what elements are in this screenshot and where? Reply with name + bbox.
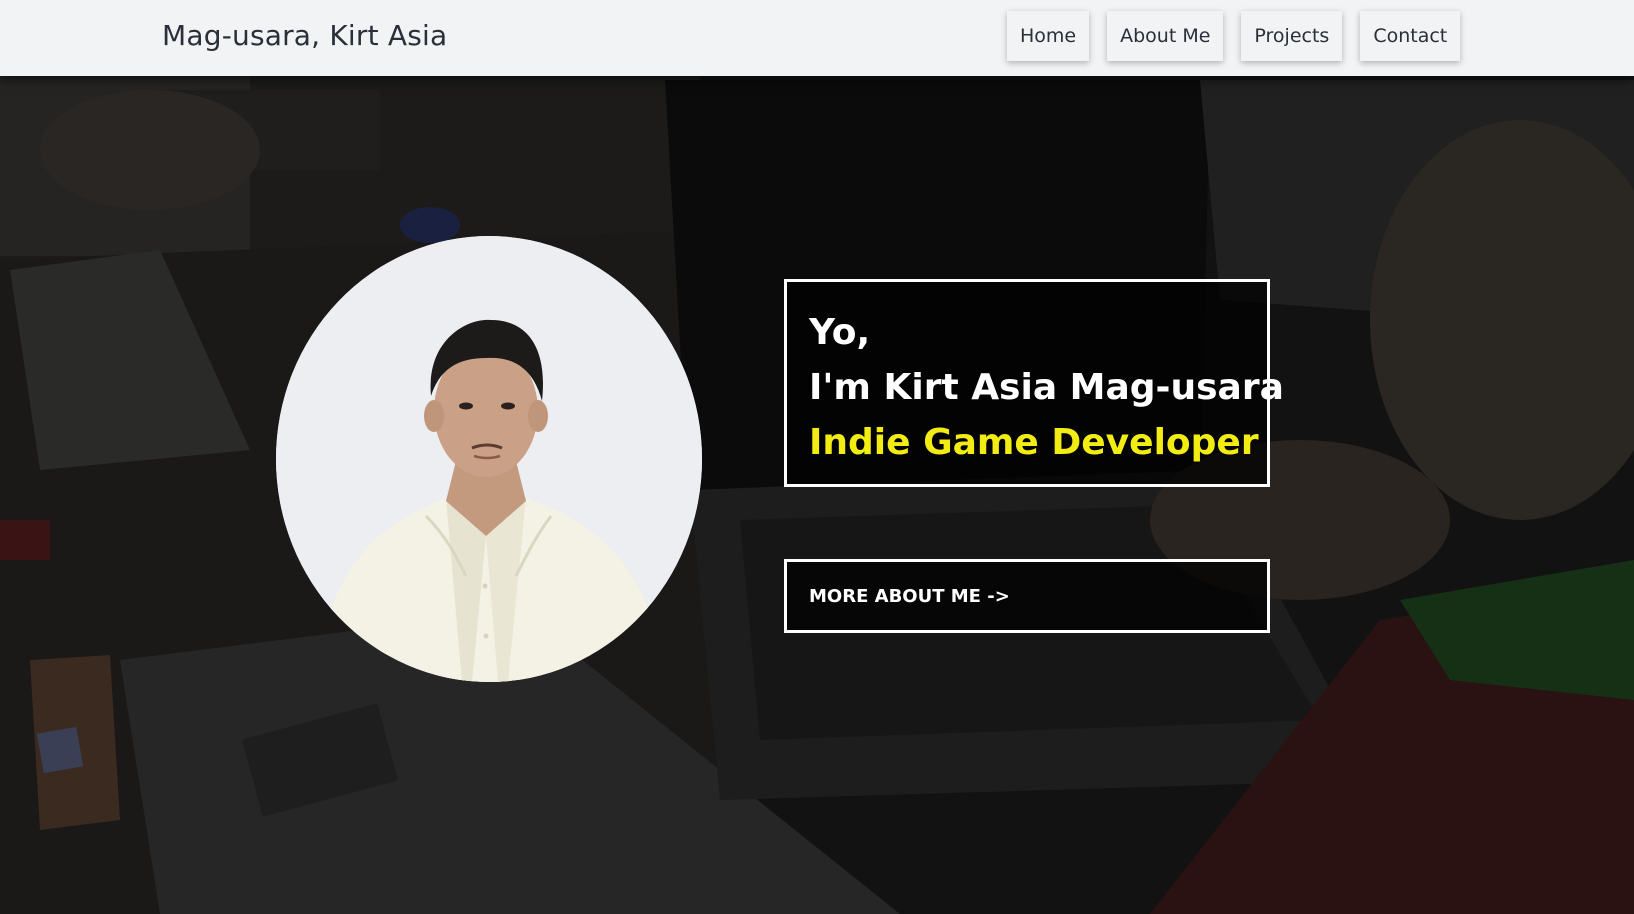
profile-photo [276, 236, 702, 682]
site-brand[interactable]: Mag-usara, Kirt Asia [162, 19, 447, 52]
nav-projects-button[interactable]: Projects [1241, 11, 1343, 61]
nav-home-button[interactable]: Home [1007, 11, 1090, 61]
nav-about-me-button[interactable]: About Me [1107, 11, 1224, 61]
greeting-text: Yo, [809, 312, 871, 353]
nav-contact-button[interactable]: Contact [1360, 11, 1461, 61]
portfolio-page: Mag-usara, Kirt Asia Home About Me Proje… [0, 0, 1634, 914]
top-navbar: Mag-usara, Kirt Asia Home About Me Proje… [0, 0, 1634, 76]
more-about-me-button[interactable]: MORE ABOUT ME -> [784, 559, 1270, 633]
main-nav: Home About Me Projects Contact [1007, 11, 1461, 61]
name-heading: I'm Kirt Asia Mag-usara [809, 367, 1284, 408]
role-heading: Indie Game Developer [809, 422, 1259, 463]
intro-card: Yo, I'm Kirt Asia Mag-usara Indie Game D… [784, 279, 1284, 487]
more-about-me-label: MORE ABOUT ME -> [809, 586, 1010, 607]
